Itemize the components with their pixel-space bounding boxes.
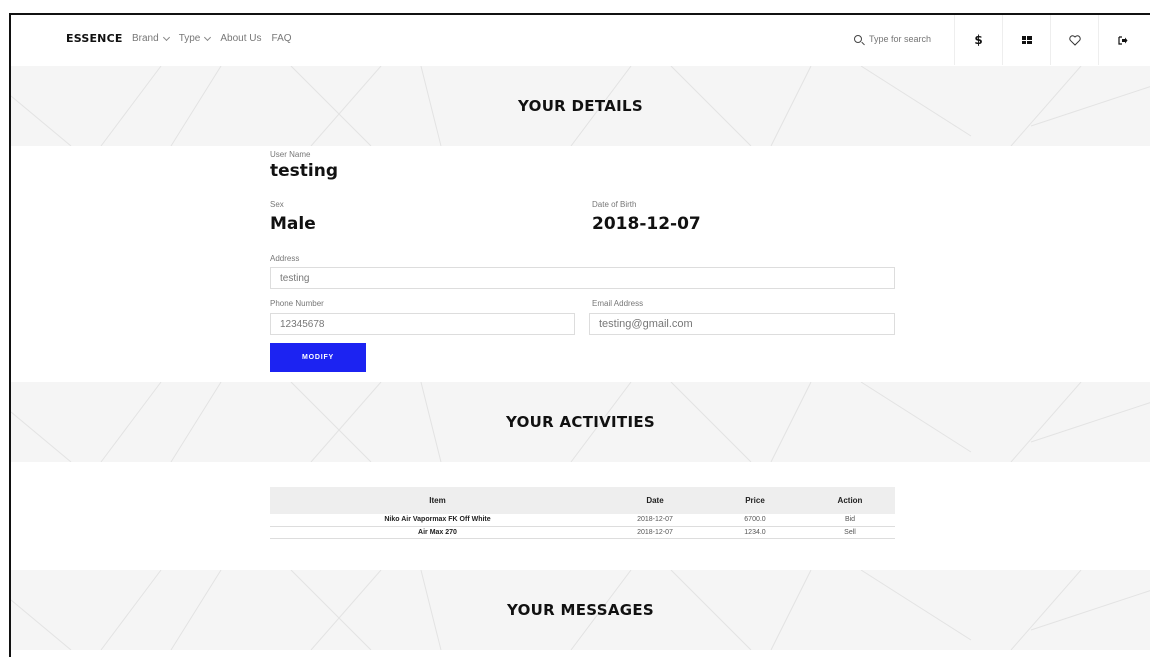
- column-header-date: Date: [605, 487, 705, 514]
- column-header-item: Item: [270, 487, 605, 514]
- column-header-action: Action: [805, 487, 895, 514]
- messages-heading: YOUR MESSAGES: [506, 601, 654, 619]
- activities-table: Item Date Price Action Niko Air Vapormax…: [270, 487, 895, 539]
- item-cell: Niko Air Vapormax FK Off White: [270, 514, 605, 527]
- table-header-row: Item Date Price Action: [270, 487, 895, 514]
- heart-icon: [1068, 34, 1081, 46]
- date-cell: 2018-12-07: [605, 526, 705, 539]
- top-navbar: ESSENCE Brand Type About Us FAQ $: [11, 15, 1150, 65]
- table-row[interactable]: Niko Air Vapormax FK Off White 2018-12-0…: [270, 514, 895, 527]
- menu-item-about-us[interactable]: About Us: [220, 33, 261, 44]
- phone-label: Phone Number: [270, 299, 324, 308]
- details-banner: YOUR DETAILS: [11, 66, 1150, 146]
- menu-item-faq[interactable]: FAQ: [272, 33, 292, 44]
- phone-field[interactable]: 12345678: [270, 313, 575, 335]
- sex-label: Sex: [270, 200, 284, 209]
- date-cell: 2018-12-07: [605, 514, 705, 527]
- grid-icon-button[interactable]: [1002, 15, 1050, 65]
- action-cell: Bid: [805, 514, 895, 527]
- chevron-down-icon: [162, 33, 170, 41]
- modify-button[interactable]: MODIFY: [270, 343, 366, 372]
- menu-item-brand[interactable]: Brand: [132, 33, 170, 44]
- dollar-icon[interactable]: $: [954, 15, 1002, 65]
- price-cell: 6700.0: [705, 514, 805, 527]
- dob-label: Date of Birth: [592, 200, 637, 209]
- address-field[interactable]: testing: [270, 267, 895, 289]
- nav-icon-group: $: [954, 15, 1146, 65]
- activities-heading: YOUR ACTIVITIES: [505, 413, 655, 431]
- price-cell: 1234.0: [705, 526, 805, 539]
- logout-icon: [1117, 35, 1127, 45]
- grid-icon: [1021, 36, 1032, 44]
- column-header-price: Price: [705, 487, 805, 514]
- username-label: User Name: [270, 150, 311, 159]
- activities-banner: YOUR ACTIVITIES: [11, 382, 1150, 462]
- sex-value: Male: [270, 214, 316, 234]
- menu-label: Type: [178, 33, 201, 44]
- messages-banner: YOUR MESSAGES: [11, 570, 1150, 650]
- email-field[interactable]: testing@gmail.com: [589, 313, 895, 335]
- search-icon[interactable]: [854, 35, 862, 43]
- menu-item-type[interactable]: Type: [178, 33, 212, 44]
- menu-label: Brand: [132, 33, 159, 44]
- details-heading: YOUR DETAILS: [518, 97, 643, 115]
- email-label: Email Address: [592, 299, 644, 308]
- search-input[interactable]: [869, 34, 949, 44]
- search-box: [854, 34, 949, 44]
- logout-icon-button[interactable]: [1098, 15, 1146, 65]
- main-menu: Brand Type About Us FAQ: [132, 33, 292, 44]
- action-cell: Sell: [805, 526, 895, 539]
- dob-value: 2018-12-07: [592, 214, 701, 234]
- heart-icon-button[interactable]: [1050, 15, 1098, 65]
- username-value: testing: [270, 161, 338, 181]
- item-cell: Air Max 270: [270, 526, 605, 539]
- table-row[interactable]: Air Max 270 2018-12-07 1234.0 Sell: [270, 526, 895, 539]
- brand-logo[interactable]: ESSENCE: [66, 32, 123, 45]
- menu-label: FAQ: [271, 33, 292, 44]
- chevron-down-icon: [204, 33, 212, 41]
- menu-label: About Us: [220, 33, 262, 44]
- address-label: Address: [270, 254, 300, 263]
- page-frame: ESSENCE Brand Type About Us FAQ $: [9, 13, 1150, 657]
